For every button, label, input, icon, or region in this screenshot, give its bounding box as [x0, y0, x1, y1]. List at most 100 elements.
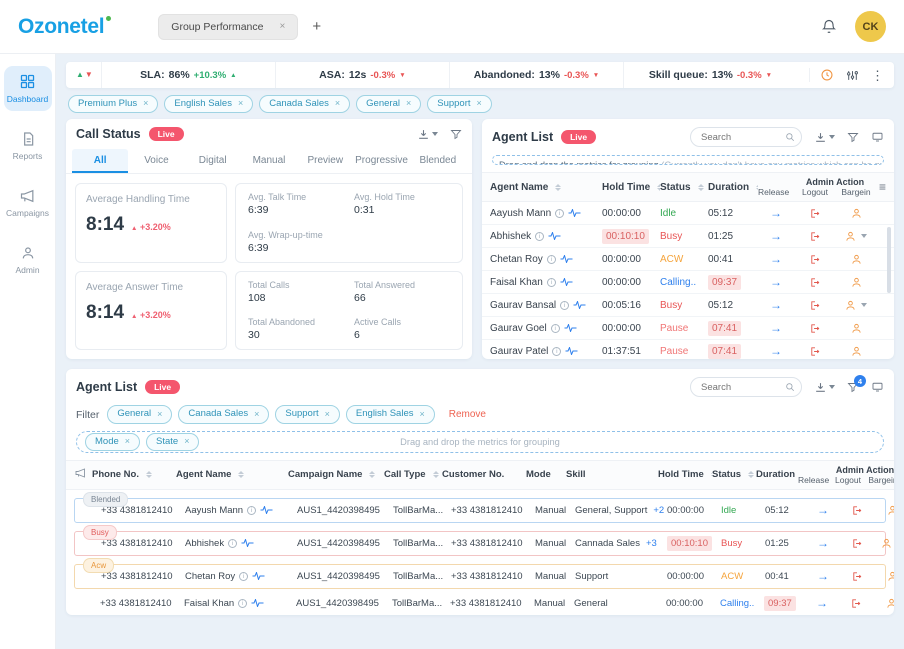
bargein-icon[interactable]: [851, 346, 862, 357]
filter-chip-canada-sales[interactable]: Canada Sales ×: [178, 405, 270, 424]
download-icon[interactable]: [814, 131, 835, 144]
info-icon[interactable]: i: [555, 208, 565, 218]
info-icon[interactable]: i: [560, 300, 570, 310]
release-action[interactable]: →: [817, 537, 829, 549]
filter-funnel-icon[interactable]: [450, 128, 462, 140]
tab-blended[interactable]: Blended: [410, 149, 466, 173]
release-action[interactable]: →: [816, 597, 828, 609]
chip-close-icon[interactable]: ×: [157, 409, 162, 421]
chip-close-icon[interactable]: ×: [335, 98, 340, 110]
bargein-dropdown-icon[interactable]: [861, 303, 867, 308]
stat-abandoned[interactable]: Abandoned: 13% -0.3% ▼: [448, 62, 623, 88]
tab-digital[interactable]: Digital: [185, 149, 241, 173]
tab-group-performance[interactable]: Group Performance ×: [158, 13, 299, 40]
bargein-icon[interactable]: [851, 254, 862, 265]
bargein-icon[interactable]: [845, 300, 856, 311]
agent-row[interactable]: Abhishek i 00:10:10 Busy 01:25 →: [482, 225, 894, 249]
bargein-icon[interactable]: [887, 571, 895, 582]
user-avatar[interactable]: CK: [855, 11, 886, 42]
info-icon[interactable]: i: [550, 323, 560, 333]
group-chip-mode[interactable]: Mode ×: [85, 432, 141, 451]
filter-funnel-icon[interactable]: 4: [847, 375, 866, 393]
info-icon[interactable]: i: [546, 277, 556, 287]
filter-chip-support[interactable]: Support ×: [275, 405, 340, 424]
sidebar-item-reports[interactable]: Reports: [4, 124, 52, 168]
download-icon[interactable]: [814, 381, 835, 394]
sort-icon[interactable]: [555, 183, 562, 191]
bargein-icon[interactable]: [851, 208, 862, 219]
filter-chip-general[interactable]: General ×: [356, 95, 422, 114]
bargein-icon[interactable]: [887, 505, 895, 516]
info-icon[interactable]: i: [535, 231, 545, 241]
chip-close-icon[interactable]: ×: [184, 436, 189, 448]
release-action[interactable]: →: [770, 299, 782, 311]
logout-icon[interactable]: [809, 208, 821, 219]
filter-chip-premium-plus[interactable]: Premium Plus ×: [68, 95, 159, 114]
logout-icon[interactable]: [851, 538, 863, 549]
refresh-timer-icon[interactable]: [820, 68, 834, 82]
chip-close-icon[interactable]: ×: [419, 409, 424, 421]
release-action[interactable]: →: [770, 345, 782, 357]
info-icon[interactable]: i: [239, 571, 249, 581]
sort-icon[interactable]: [432, 471, 439, 479]
sort-icon[interactable]: [145, 471, 152, 479]
agent-row[interactable]: Blended +33 4381812410 Aayush Mann i AUS1…: [74, 491, 894, 523]
tab-progressive[interactable]: Progressive: [353, 149, 409, 173]
release-action[interactable]: →: [770, 322, 782, 334]
release-action[interactable]: →: [817, 504, 829, 516]
tab-all[interactable]: All: [72, 149, 129, 174]
logout-icon[interactable]: [850, 598, 862, 609]
more-options-kebab-icon[interactable]: ⋮: [871, 69, 884, 82]
tab-voice[interactable]: Voice: [128, 149, 184, 173]
logout-icon[interactable]: [851, 505, 863, 516]
filter-funnel-icon[interactable]: [847, 131, 859, 143]
skill-more-count[interactable]: +3: [646, 538, 657, 549]
info-icon[interactable]: i: [247, 505, 257, 515]
bargein-icon[interactable]: [886, 598, 895, 609]
logout-icon[interactable]: [809, 254, 821, 265]
logout-icon[interactable]: [809, 231, 821, 242]
agent-row[interactable]: Aayush Mann i 00:00:00 Idle 05:12 →: [482, 202, 894, 226]
sidebar-item-dashboard[interactable]: Dashboard: [3, 66, 52, 111]
info-icon[interactable]: i: [238, 598, 248, 608]
chip-close-icon[interactable]: ×: [125, 436, 130, 448]
sidebar-item-campaigns[interactable]: Campaigns: [4, 181, 52, 225]
chip-close-icon[interactable]: ×: [477, 98, 482, 110]
download-icon[interactable]: [417, 128, 438, 141]
filter-chip-canada-sales[interactable]: Canada Sales ×: [259, 95, 351, 114]
bargein-icon[interactable]: [881, 538, 892, 549]
settings-sliders-icon[interactable]: [846, 69, 859, 82]
new-tab-button[interactable]: +: [312, 19, 321, 34]
screen-monitor-icon[interactable]: [871, 381, 884, 393]
agent-row[interactable]: +33 4381812410 Faisal Khan i AUS1_4420398…: [74, 592, 894, 616]
bargein-icon[interactable]: [845, 231, 856, 242]
agent-row[interactable]: Gaurav Bansal i 00:05:16 Busy 05:12 →: [482, 294, 894, 318]
filter-chip-english-sales[interactable]: English Sales ×: [164, 95, 254, 114]
logout-icon[interactable]: [809, 300, 821, 311]
chip-close-icon[interactable]: ×: [238, 98, 243, 110]
tab-close-icon[interactable]: ×: [280, 21, 286, 32]
screen-monitor-icon[interactable]: [871, 131, 884, 143]
agent-row[interactable]: Gaurav Goel i 00:00:00 Pause 07:41 →: [482, 317, 894, 341]
logout-icon[interactable]: [851, 571, 863, 582]
grouping-drop-zone[interactable]: Drag and drop the metrics for grouping (…: [492, 155, 884, 166]
logout-icon[interactable]: [809, 277, 821, 288]
agent-row[interactable]: Gaurav Patel i 01:37:51 Pause 07:41 →: [482, 340, 894, 359]
logout-icon[interactable]: [809, 323, 821, 334]
agent-row[interactable]: Chetan Roy i 00:00:00 ACW 00:41 →: [482, 248, 894, 272]
release-action[interactable]: →: [817, 570, 829, 582]
bargein-icon[interactable]: [851, 323, 862, 334]
sort-icon[interactable]: [748, 471, 755, 479]
sort-icon[interactable]: [238, 471, 245, 479]
agent-row[interactable]: Acw +33 4381812410 Chetan Roy i AUS1_4420…: [74, 557, 894, 589]
chip-close-icon[interactable]: ×: [325, 409, 330, 421]
info-icon[interactable]: i: [552, 346, 562, 356]
filter-chip-general[interactable]: General ×: [107, 405, 173, 424]
tab-preview[interactable]: Preview: [297, 149, 353, 173]
info-icon[interactable]: i: [228, 538, 238, 548]
chip-close-icon[interactable]: ×: [406, 98, 411, 110]
grouping-drop-zone[interactable]: Mode × State × Drag and drop the metrics f…: [76, 430, 884, 453]
filter-chip-english-sales[interactable]: English Sales ×: [345, 405, 435, 424]
scrollbar-thumb[interactable]: [887, 227, 891, 294]
filter-chip-support[interactable]: Support ×: [427, 95, 492, 114]
